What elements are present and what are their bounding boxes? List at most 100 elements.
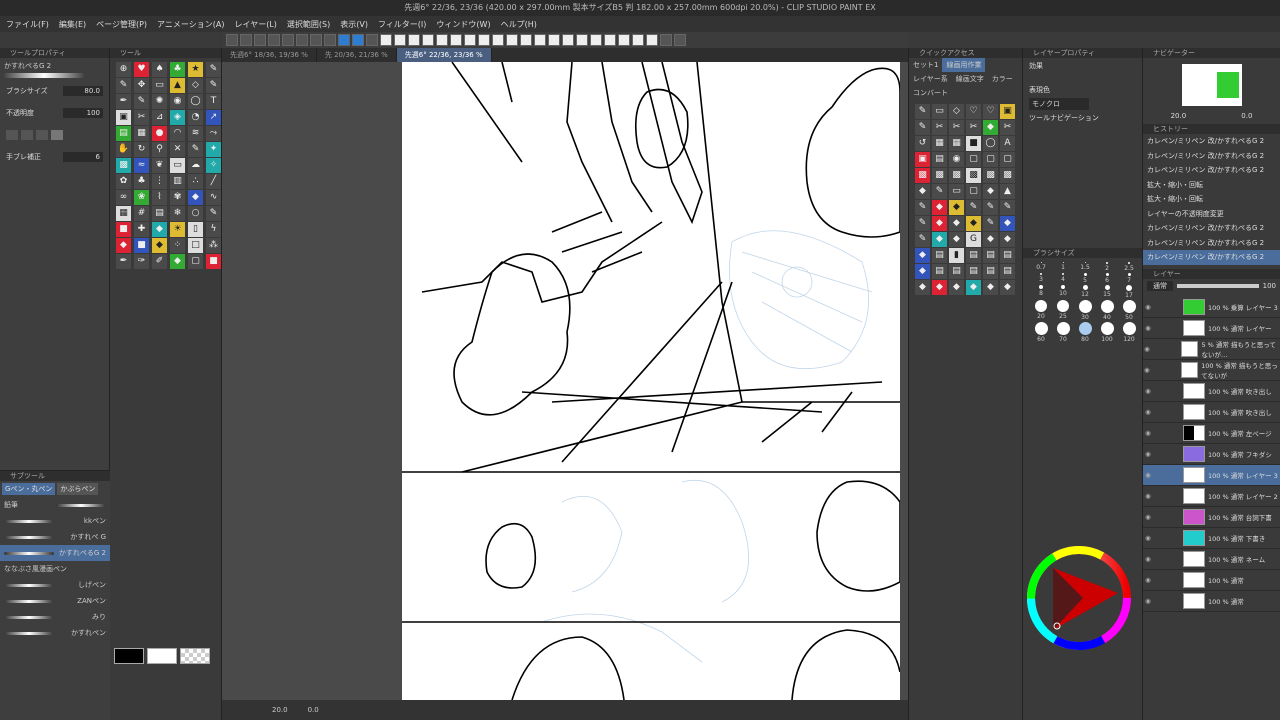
dot-icon[interactable]: ∴ [188, 174, 203, 189]
eye-icon[interactable]: ◉ [1143, 450, 1153, 458]
figure-icon[interactable]: ◯ [188, 94, 203, 109]
angle-value[interactable]: 0.0 [308, 706, 319, 714]
brush-size-option[interactable]: 10 [1053, 285, 1073, 299]
layer-row[interactable]: ◉ 100 % 通常 描もうと思ってないが [1143, 360, 1280, 381]
qa-icon[interactable]: ✎ [915, 200, 930, 215]
eyedropper-icon[interactable]: ⚲ [152, 142, 167, 157]
layer-row[interactable]: ◉ 100 % 通常 レイヤー 2 [1143, 486, 1280, 507]
qa-icon[interactable]: ◆ [983, 184, 998, 199]
layer-row[interactable]: ◉ 100 % 通常 吹き出し [1143, 402, 1280, 423]
qa-icon[interactable]: ▤ [1000, 264, 1015, 279]
qa-icon[interactable]: ◆ [915, 248, 930, 263]
brush-item-selected[interactable]: かすれペるG 2 [0, 545, 110, 561]
qa-icon[interactable]: ◆ [949, 200, 964, 215]
menu-window[interactable]: ウィンドウ(W) [436, 19, 490, 30]
brush-size-option[interactable]: 25 [1053, 300, 1073, 321]
layer-row[interactable]: ◉ 100 % 通常 [1143, 570, 1280, 591]
eye-icon[interactable]: ◉ [1143, 534, 1153, 542]
history-item[interactable]: カレペン/ミリペン 改/かすれペるG 2 [1143, 236, 1280, 251]
zoom-icon[interactable]: ⊕ [116, 62, 131, 77]
zoom-preset-75[interactable] [576, 34, 588, 46]
qa-icon[interactable]: ▩ [1000, 168, 1015, 183]
tone-dot-icon[interactable]: ⁘ [170, 238, 185, 253]
brush-size-option[interactable]: 100 [1097, 322, 1117, 343]
brush-size-option[interactable]: 4 [1053, 273, 1073, 284]
stroke-icon[interactable]: ⌇ [152, 190, 167, 205]
new-icon[interactable] [240, 34, 252, 46]
stabilization-row[interactable]: 手ブレ補正 6 [0, 146, 109, 168]
qa-icon[interactable]: ▢ [966, 152, 981, 167]
qa-icon[interactable]: ▤ [966, 248, 981, 263]
brush-icon[interactable]: ✎ [116, 78, 131, 93]
zoom-preset-25[interactable] [436, 34, 448, 46]
blend-mode-select[interactable]: 通常 [1147, 280, 1173, 291]
qa-icon[interactable]: ✎ [1000, 200, 1015, 215]
menu-selection[interactable]: 選択範囲(S) [287, 19, 330, 30]
frame-icon[interactable]: ▣ [116, 110, 131, 125]
pen-icon[interactable]: ✎ [206, 62, 221, 77]
qa-icon[interactable]: ✎ [983, 216, 998, 231]
menu-page[interactable]: ページ管理(P) [96, 19, 147, 30]
qa-icon[interactable]: ◯ [983, 136, 998, 151]
redo-icon[interactable] [296, 34, 308, 46]
water-icon[interactable]: ≈ [134, 158, 149, 173]
border-icon[interactable]: ▢ [188, 254, 203, 269]
brush-size-option[interactable]: 8 [1031, 285, 1051, 299]
qa-icon[interactable]: ▩ [915, 168, 930, 183]
qa-icon[interactable]: ▩ [966, 168, 981, 183]
rotate-icon[interactable] [674, 34, 686, 46]
vector-eraser-icon[interactable]: ✕ [170, 142, 185, 157]
qa-icon[interactable]: ◆ [983, 280, 998, 295]
gpen-icon[interactable]: ✒ [116, 94, 131, 109]
leaf-icon[interactable]: ❦ [152, 158, 167, 173]
brush-size-option[interactable]: 0.7 [1031, 262, 1051, 272]
brush-size-option[interactable]: 30 [1075, 300, 1095, 321]
qa-icon[interactable]: ◆ [915, 264, 930, 279]
page-icon[interactable]: ▯ [188, 222, 203, 237]
brush-size-value[interactable]: 80.0 [63, 86, 103, 96]
layer-row[interactable]: ◉ 100 % 通常 レイヤー [1143, 318, 1280, 339]
eye-icon[interactable]: ◉ [1143, 555, 1153, 563]
eye-icon[interactable]: ◉ [1143, 576, 1153, 584]
red-fill-icon[interactable]: ● [152, 126, 167, 141]
eye-icon[interactable]: ◉ [1143, 492, 1153, 500]
zoom-preset-90[interactable] [618, 34, 630, 46]
color-mode-value[interactable]: モノクロ [1029, 98, 1089, 110]
hatch-icon[interactable]: ▥ [170, 174, 185, 189]
antialias-none-icon[interactable] [6, 130, 18, 140]
layer-row[interactable]: ◉ 100 % 通常 左ページ [1143, 423, 1280, 444]
eye-icon[interactable]: ◉ [1143, 387, 1153, 395]
chain-icon[interactable]: ∞ [116, 190, 131, 205]
snap-icon[interactable] [338, 34, 350, 46]
brush-size-option[interactable]: 2.5 [1119, 262, 1139, 272]
spade-icon[interactable]: ♠ [152, 62, 167, 77]
history-item[interactable]: 拡大・縮小・回転 [1143, 178, 1280, 193]
heart-icon[interactable]: ♥ [134, 62, 149, 77]
eye-icon[interactable]: ◉ [1143, 513, 1153, 521]
qa-icon[interactable]: ▢ [1000, 152, 1015, 167]
brush-item[interactable]: 鉛筆 [0, 497, 110, 513]
blue-sq-icon[interactable]: ■ [134, 238, 149, 253]
qa-icon[interactable]: ▮ [949, 248, 964, 263]
flow-icon[interactable]: ↗ [206, 110, 221, 125]
brush-size-option[interactable]: 60 [1031, 322, 1051, 343]
qa-icon[interactable]: ◆ [932, 280, 947, 295]
layer-row[interactable]: ◉ 100 % 乗算 レイヤー 3 [1143, 297, 1280, 318]
ruler-tool-icon[interactable]: ⊿ [152, 110, 167, 125]
move-icon[interactable]: ✥ [134, 78, 149, 93]
clover-icon[interactable]: ♣ [170, 62, 185, 77]
antialias-row[interactable] [0, 124, 109, 146]
opacity-row[interactable]: 不透明度 100 [0, 102, 109, 124]
eraser-icon[interactable]: ◇ [188, 78, 203, 93]
lasso-icon[interactable]: ◠ [170, 126, 185, 141]
brick-icon[interactable]: ▤ [152, 206, 167, 221]
qa-icon[interactable]: ✎ [983, 200, 998, 215]
brush-size-option[interactable]: 50 [1119, 300, 1139, 321]
green-icon[interactable]: ◆ [170, 254, 185, 269]
fill-icon[interactable]: ▲ [170, 78, 185, 93]
antialias-mid-icon[interactable] [36, 130, 48, 140]
menu-filter[interactable]: フィルター(I) [378, 19, 426, 30]
feather-icon[interactable]: ✎ [206, 206, 221, 221]
layer-opacity-value[interactable]: 100 [1263, 282, 1276, 290]
layer-row-selected[interactable]: ◉ 100 % 通常 レイヤー 3 [1143, 464, 1280, 486]
